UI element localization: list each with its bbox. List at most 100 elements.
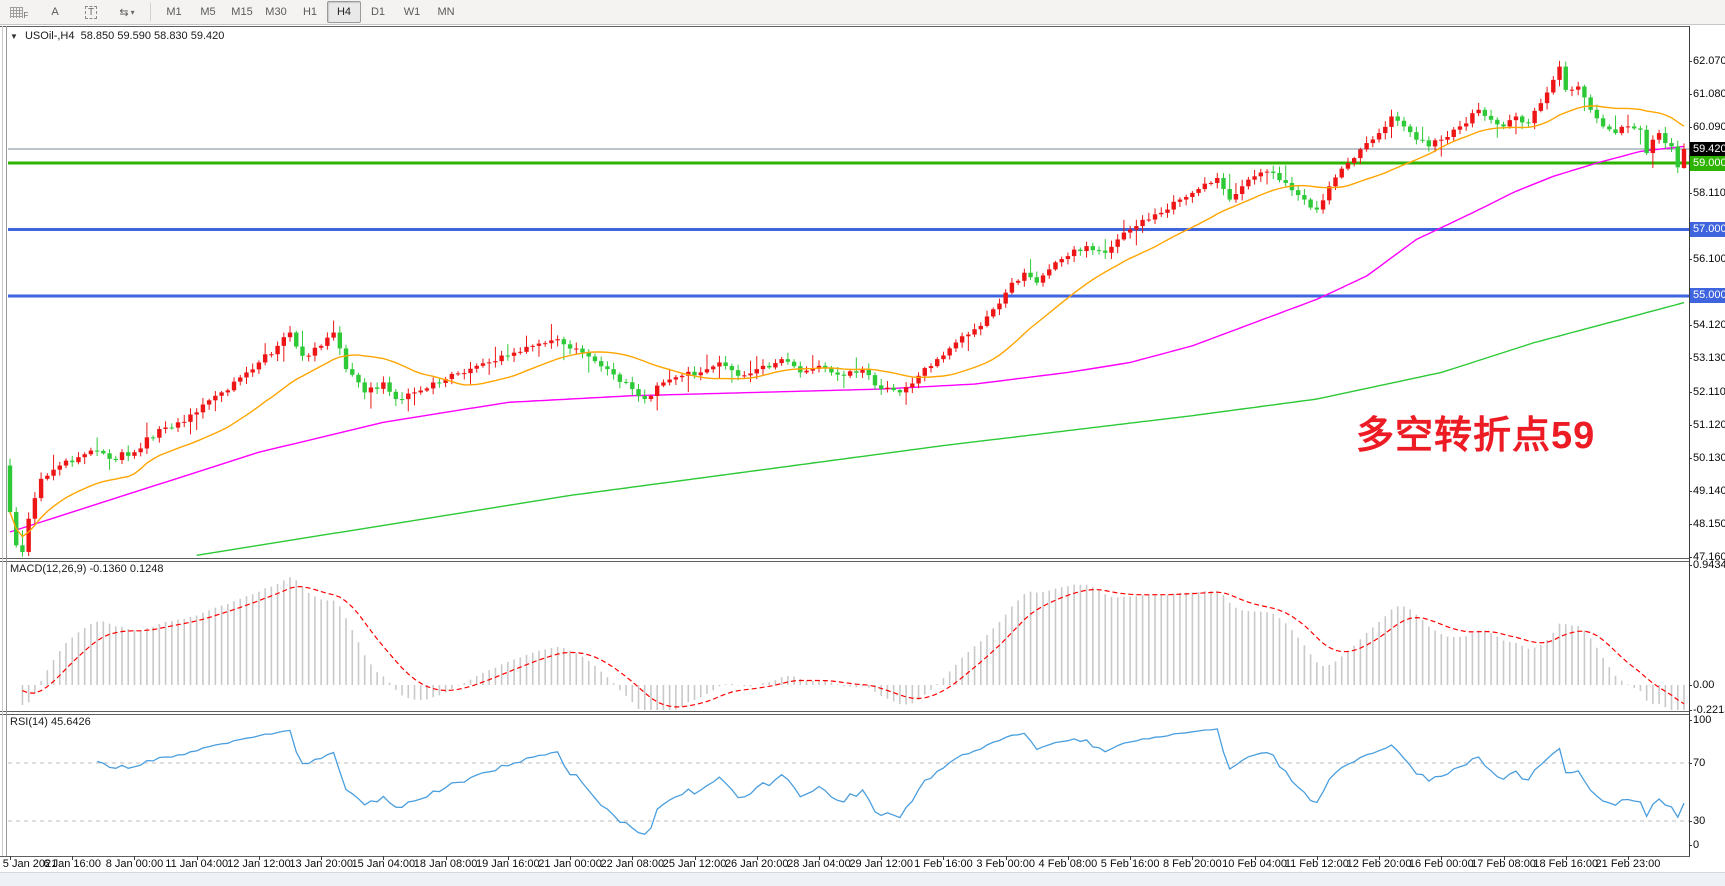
candle-body — [1644, 130, 1648, 153]
candle-body — [1103, 251, 1107, 253]
timeframe-button-m15[interactable]: M15 — [225, 1, 259, 23]
candle-body — [1371, 139, 1375, 143]
price-axis-label: 51.120 — [1693, 418, 1725, 432]
candle-body — [120, 452, 124, 460]
macd-panel-canvas[interactable] — [0, 561, 1690, 712]
candle-body — [979, 326, 983, 329]
candle-body — [1234, 194, 1238, 200]
candle-body — [524, 347, 528, 352]
candle-body — [1439, 140, 1443, 141]
candle-body — [475, 366, 479, 369]
timeframe-button-h1[interactable]: H1 — [293, 1, 327, 23]
macd-indicator-label: MACD(12,26,9) -0.1360 0.1248 — [10, 563, 163, 575]
candle-body — [531, 346, 535, 347]
candle-body — [910, 383, 914, 387]
candle-body — [232, 382, 236, 391]
candle-body — [331, 333, 335, 338]
candle-body — [499, 356, 503, 362]
candle-body — [1389, 116, 1393, 126]
main-macd-divider[interactable] — [0, 558, 1690, 562]
candle-body — [1445, 137, 1449, 140]
timeframe-button-mn[interactable]: MN — [429, 1, 463, 23]
candle-body — [39, 479, 43, 498]
candle-body — [1564, 67, 1568, 90]
candle-body — [1501, 124, 1505, 126]
candle-body — [1277, 173, 1281, 180]
candle-body — [1215, 178, 1219, 183]
candle-body — [145, 437, 149, 448]
candle-body — [1414, 132, 1418, 140]
time-axis-tick — [1628, 856, 1629, 860]
candle-body — [1265, 172, 1269, 173]
price-box-57.000: 57.000 — [1690, 222, 1725, 237]
text-box-tool[interactable]: T — [74, 1, 108, 23]
macd-axis-label: 0.00 — [1693, 678, 1714, 692]
price-axis-label: 58.110 — [1693, 186, 1725, 200]
time-axis-tick — [10, 856, 11, 860]
candle-body — [1576, 87, 1580, 90]
candle-body — [456, 373, 460, 374]
candle-body — [8, 466, 12, 513]
candle-body — [1035, 277, 1039, 282]
candle-body — [1526, 122, 1530, 123]
timeframe-button-m30[interactable]: M30 — [259, 1, 293, 23]
candle-body — [1470, 113, 1474, 123]
candle-body — [1315, 208, 1319, 210]
time-axis-tick — [695, 856, 696, 860]
candle-body — [1427, 140, 1431, 146]
text-label-tool[interactable]: A — [38, 1, 72, 23]
candle-body — [363, 382, 367, 392]
candle-body — [593, 356, 597, 361]
templates-grid-icon[interactable]: F — [2, 1, 36, 23]
dropdown-triangle-icon[interactable]: ▼ — [10, 32, 18, 41]
candle-body — [107, 453, 111, 459]
cycle-arrows-tool[interactable]: ⇆▾ — [110, 1, 144, 23]
timeframe-button-m1[interactable]: M1 — [157, 1, 191, 23]
candle-body — [1153, 214, 1157, 219]
symbol-period-label: USOil-,H4 — [25, 30, 75, 42]
candle-body — [655, 386, 659, 396]
candle-body — [1165, 210, 1169, 213]
price-box-59.420: 59.420 — [1690, 142, 1725, 157]
candle-body — [692, 372, 696, 375]
candle-body — [1402, 121, 1406, 127]
candle-body — [300, 347, 304, 356]
toolbar: F A T ⇆▾ M1M5M15M30H1H4D1W1MN — [0, 0, 1725, 25]
candle-body — [313, 348, 317, 356]
candle-body — [1134, 226, 1138, 229]
timeframe-button-d1[interactable]: D1 — [361, 1, 395, 23]
candle-body — [599, 361, 603, 366]
rsi-panel-canvas[interactable] — [0, 714, 1690, 856]
candle-body — [804, 371, 808, 373]
candle-body — [387, 382, 391, 391]
candle-body — [419, 391, 423, 393]
candle-body — [201, 405, 205, 413]
candle-body — [1140, 220, 1144, 226]
candle-body — [1296, 190, 1300, 195]
candle-body — [1059, 259, 1063, 262]
candle-body — [506, 356, 510, 357]
candle-body — [848, 371, 852, 376]
macd-rsi-divider[interactable] — [0, 711, 1690, 715]
candle-body — [674, 377, 678, 379]
time-axis-tick — [1566, 856, 1567, 860]
timeframe-button-w1[interactable]: W1 — [395, 1, 429, 23]
timeframe-button-m5[interactable]: M5 — [191, 1, 225, 23]
boxed-t-icon: T — [85, 6, 97, 19]
candle-body — [307, 356, 311, 357]
candle-body — [786, 359, 790, 362]
candle-body — [325, 338, 329, 346]
price-axis-label: 53.130 — [1693, 351, 1725, 365]
candle-body — [742, 375, 746, 376]
candle-body — [58, 466, 62, 470]
time-axis-tick — [1006, 856, 1007, 860]
candle-body — [568, 344, 572, 348]
timeframe-button-h4[interactable]: H4 — [327, 1, 361, 23]
time-axis-tick — [72, 856, 73, 860]
candle-body — [1246, 180, 1250, 187]
candle-body — [1532, 111, 1536, 123]
chevron-down-icon: ▾ — [131, 8, 135, 17]
candle-body — [350, 369, 354, 375]
candle-body — [1284, 180, 1288, 183]
main-chart-canvas[interactable] — [0, 26, 1690, 559]
